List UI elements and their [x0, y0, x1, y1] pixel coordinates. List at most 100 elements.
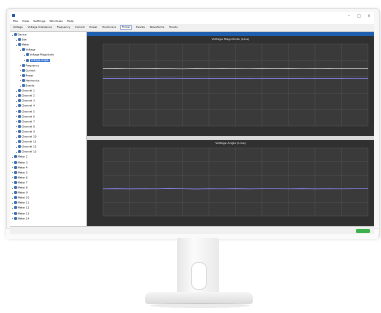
node-icon	[17, 150, 21, 154]
tree-panel: ▸ Device ▸ Site ▸ Meter ▸ Voltage ▸ Voltage Magni…	[10, 32, 87, 226]
tree-item-label: Current	[25, 69, 36, 73]
tree-item[interactable]: ▸ Channel 13	[16, 150, 36, 154]
tree-item[interactable]: ▸ Channel 9	[16, 129, 35, 134]
node-icon	[21, 84, 25, 87]
tree-item[interactable]: ▸ Meter 2	[12, 155, 28, 159]
node-icon	[17, 109, 21, 113]
chart-title: Voltage Angle (Line)	[215, 141, 246, 145]
tree-item-label: Channel 13	[21, 150, 37, 154]
tree-item[interactable]: ▸ Power	[20, 73, 33, 78]
node-icon	[17, 135, 21, 138]
tree-item-label: Meter 12	[17, 206, 30, 210]
tree-item[interactable]: ▸ Voltage	[20, 48, 35, 52]
node-icon	[17, 89, 21, 93]
node-icon	[21, 73, 25, 77]
maximize-icon[interactable]: □	[354, 12, 364, 19]
series-line	[102, 188, 368, 190]
toolbar-tab[interactable]: Trends	[168, 26, 178, 29]
tree-item[interactable]: ▸ Channel 8	[16, 124, 35, 129]
toolbar-tab[interactable]: Harmonics	[101, 26, 117, 29]
tree-item[interactable]: ▸ Meter 11	[12, 201, 29, 205]
tree-item[interactable]: ▸ Meter 14	[12, 216, 29, 221]
tree-item-label: Channel 11	[21, 140, 37, 144]
toolbar-tab[interactable]: Current	[74, 26, 86, 29]
tree-item[interactable]: ▸ Events	[20, 84, 34, 88]
tree-item-label: Meter 8	[17, 186, 28, 190]
tree-item[interactable]: ▸ Meter 12	[12, 206, 29, 210]
toolbar-tab[interactable]: Waveforms	[149, 26, 166, 29]
tree-item-label: Meter 4	[17, 166, 28, 170]
tree-item[interactable]: ▸ Site	[16, 38, 27, 42]
tree-item[interactable]: ▸ Channel 3	[16, 99, 35, 103]
node-icon	[17, 140, 21, 144]
node-icon	[13, 196, 17, 200]
close-icon[interactable]: ×	[364, 12, 374, 19]
toolbar-tab[interactable]: Frequency	[56, 26, 71, 29]
node-icon	[13, 170, 17, 174]
tree-item[interactable]: ▸ Meter 5	[12, 170, 28, 175]
node-icon	[21, 78, 25, 82]
tree-item[interactable]: ▸ Device	[12, 33, 26, 37]
chart-svg	[102, 43, 369, 127]
tree-item[interactable]: ▸ Voltage Angle	[24, 58, 50, 63]
tree-item[interactable]: ▸ Frequency	[20, 63, 39, 68]
node-icon	[17, 119, 21, 123]
toolbar-tab[interactable]: Voltage Unbalance	[27, 26, 53, 29]
tree-item-label: Voltage Angle	[29, 59, 50, 62]
status-badge	[356, 229, 370, 233]
tree-item[interactable]: ▸ Harmonics	[20, 78, 40, 83]
toolbar: Voltage Voltage Unbalance Frequency Curr…	[10, 24, 374, 32]
plot-pane: Voltage Magnitude (Line) Voltage Angle (…	[87, 32, 374, 226]
tree-item[interactable]: ▸ Channel 4	[16, 104, 35, 108]
toolbar-tab[interactable]: Events	[135, 26, 146, 29]
toolbar-tab[interactable]: Flicker	[119, 25, 133, 30]
node-icon	[17, 129, 21, 133]
node-icon	[13, 201, 17, 205]
chart-voltage-angle: Voltage Angle (Line)	[87, 140, 374, 226]
tree-item-label: Channel 8	[21, 125, 35, 129]
tree-item-label: Channel 1	[21, 89, 35, 93]
tree-item[interactable]: ▸ Channel 1	[16, 89, 35, 93]
tree-item[interactable]: ▸ Meter 13	[12, 211, 29, 216]
tree-item[interactable]: ▸ Channel 7	[16, 119, 35, 124]
menu-help[interactable]: Help	[67, 19, 74, 23]
tree-item-label: Harmonics	[25, 79, 40, 83]
tree-item[interactable]: ▸ Channel 10	[16, 135, 36, 139]
base-shadow	[150, 303, 250, 308]
minimize-icon[interactable]: –	[344, 12, 354, 19]
tree-item[interactable]: ▸ Meter 7	[12, 180, 28, 185]
chart-voltage-magnitude: Voltage Magnitude (Line)	[87, 36, 374, 136]
tree-item[interactable]: ▸ Meter	[16, 43, 29, 47]
tree-item-label: Channel 4	[21, 104, 35, 108]
tree-item-label: Channel 12	[21, 145, 37, 149]
menu-file[interactable]: File	[13, 19, 18, 23]
tree-item[interactable]: ▸ Meter 4	[12, 165, 28, 170]
tree-item[interactable]: ▸ Channel 12	[16, 145, 36, 149]
node-icon	[17, 99, 21, 103]
tree-item[interactable]: ▸ Meter 6	[12, 175, 28, 180]
tree-item[interactable]: ▸ Channel 11	[16, 140, 36, 144]
node-icon	[13, 180, 17, 184]
tree-item[interactable]: ▸ Meter 10	[12, 196, 29, 200]
node-icon	[17, 43, 21, 47]
tree-item-label: Meter 5	[17, 171, 28, 175]
tree-item[interactable]: ▸ Voltage Magnitude	[24, 53, 54, 57]
toolbar-tab[interactable]: Power	[89, 26, 99, 29]
tree-item-label: Voltage Magnitude	[29, 53, 54, 57]
toolbar-tab[interactable]: Voltage	[12, 26, 24, 29]
tree-item[interactable]: ▸ Meter 9	[12, 191, 28, 195]
tree-item-label: Voltage	[25, 48, 36, 52]
tree-item[interactable]: ▸ Channel 5	[16, 109, 35, 114]
tree-item[interactable]: ▸ Meter 8	[12, 186, 28, 190]
menu-windows[interactable]: Windows	[49, 19, 62, 23]
menu-settings[interactable]: Settings	[33, 19, 45, 23]
tree-item-label: Meter	[21, 43, 30, 47]
tree-item-label: Channel 10	[21, 135, 37, 139]
tree-item[interactable]: ▸ Current	[20, 68, 36, 73]
tree-item[interactable]: ▸ Channel 2	[16, 94, 35, 98]
tree-item[interactable]: ▸ Meter 3	[12, 160, 28, 165]
node-icon	[21, 63, 25, 67]
tree-item-label: Events	[25, 84, 35, 88]
tree-item[interactable]: ▸ Channel 6	[16, 114, 35, 119]
menu-view[interactable]: View	[22, 19, 29, 23]
